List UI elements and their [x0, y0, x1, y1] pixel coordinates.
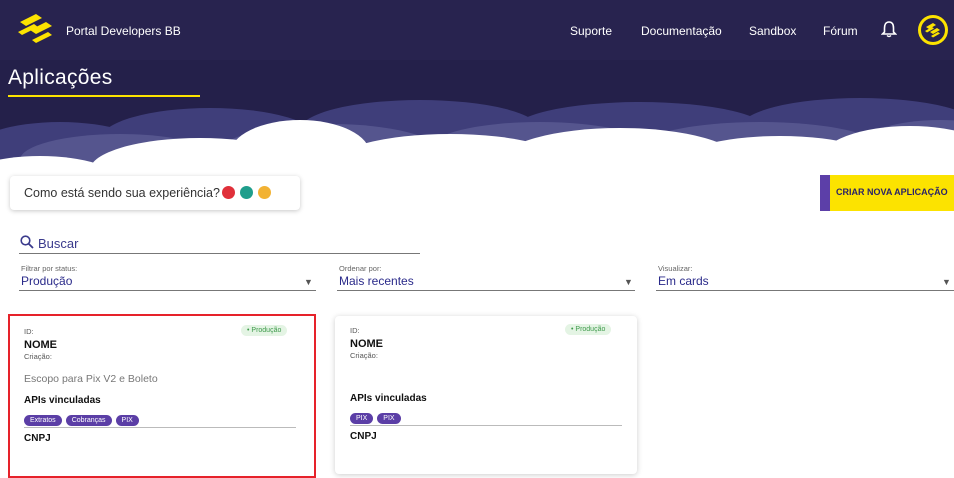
feedback-box: Como está sendo sua experiência? [10, 176, 300, 210]
neutral-emoji-icon[interactable] [258, 186, 271, 199]
card-id-label: ID: [350, 326, 360, 335]
nav-suporte[interactable]: Suporte [570, 24, 612, 38]
cta-accent-bar [820, 175, 830, 211]
card-apis-title: APIs vinculadas [24, 395, 101, 406]
nav-documentacao[interactable]: Documentação [641, 24, 722, 38]
api-chips: PIX PIX [350, 407, 405, 425]
happy-emoji-icon[interactable] [240, 186, 253, 199]
order-filter-select[interactable]: Mais recentes [339, 274, 414, 288]
application-card[interactable]: ID: • Produção NOME Criação: Escopo para… [8, 314, 316, 478]
clouds-decoration [0, 98, 954, 175]
card-cnpj-label: CNPJ [350, 431, 377, 442]
card-cnpj-label: CNPJ [24, 433, 51, 444]
api-chips: Extratos Cobranças PIX [24, 409, 143, 427]
card-name: NOME [24, 339, 57, 351]
view-chevron-down-icon[interactable]: ▼ [942, 277, 951, 287]
card-apis-title: APIs vinculadas [350, 393, 427, 404]
card-created-label: Criação: [350, 351, 378, 360]
bb-avatar-icon [921, 18, 945, 42]
order-filter-label: Ordenar por: [339, 264, 382, 273]
order-chevron-down-icon[interactable]: ▼ [624, 277, 633, 287]
bb-logo-icon[interactable] [16, 12, 56, 46]
api-chip[interactable]: PIX [115, 415, 139, 426]
nav-forum[interactable]: Fórum [823, 24, 858, 38]
api-chip[interactable]: PIX [377, 413, 401, 424]
card-created-label: Criação: [24, 352, 52, 361]
status-filter-select[interactable]: Produção [21, 274, 72, 288]
api-chip[interactable]: Extratos [24, 415, 62, 426]
page-title: Aplicações [8, 66, 113, 89]
brand-name[interactable]: Portal Developers BB [66, 24, 181, 38]
search-icon[interactable] [20, 235, 34, 249]
api-chip[interactable]: PIX [350, 413, 374, 424]
status-chevron-down-icon[interactable]: ▼ [304, 277, 313, 287]
avatar[interactable] [918, 15, 948, 45]
create-application-button[interactable]: CRIAR NOVA APLICAÇÃO [820, 175, 954, 211]
api-chip[interactable]: Cobranças [65, 415, 112, 426]
bell-icon[interactable] [881, 20, 897, 38]
card-divider [24, 427, 296, 428]
order-filter-underline [337, 290, 635, 291]
application-card[interactable]: ID: • Produção NOME Criação: APIs vincul… [335, 316, 637, 474]
card-scope: Escopo para Pix V2 e Boleto [24, 373, 158, 385]
card-name: NOME [350, 338, 383, 350]
hero-banner: Portal Developers BB Suporte Documentaçã… [0, 0, 954, 175]
status-filter-underline [19, 290, 316, 291]
create-application-label: CRIAR NOVA APLICAÇÃO [836, 187, 948, 197]
nav-sandbox[interactable]: Sandbox [749, 24, 796, 38]
status-badge: • Produção [565, 324, 612, 335]
sad-emoji-icon[interactable] [222, 186, 235, 199]
card-id-label: ID: [24, 327, 34, 336]
feedback-question: Como está sendo sua experiência? [24, 186, 220, 200]
card-divider [350, 425, 622, 426]
status-filter-label: Filtrar por status: [21, 264, 78, 273]
view-filter-underline [656, 290, 954, 291]
view-filter-label: Visualizar: [658, 264, 693, 273]
status-badge: • Produção [241, 325, 288, 336]
search-underline [19, 253, 420, 254]
view-filter-select[interactable]: Em cards [658, 274, 709, 288]
search-input[interactable]: Buscar [38, 236, 78, 251]
